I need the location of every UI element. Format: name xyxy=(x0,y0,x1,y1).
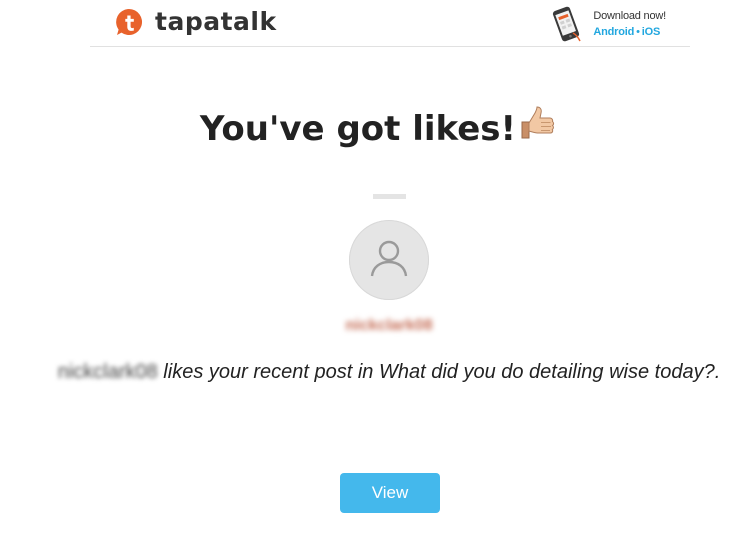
notification-message: nickclark08 likes your recent post in Wh… xyxy=(0,356,756,388)
avatar[interactable] xyxy=(349,220,429,300)
brand[interactable]: tapatalk xyxy=(115,7,277,37)
smartphone-icon xyxy=(547,5,585,43)
message-text: likes your recent post in What did you d… xyxy=(157,361,721,383)
page-title: You've got likes! xyxy=(0,106,756,150)
download-promo: Download now! Android • iOS xyxy=(547,5,666,43)
headline-text: You've got likes! xyxy=(199,109,517,149)
thumbs-up-icon xyxy=(518,106,556,142)
tapatalk-logo-icon xyxy=(115,8,143,36)
download-links: Android • iOS xyxy=(593,24,666,40)
email-page: tapatalk Download now! Android • iOS You… xyxy=(0,0,756,534)
ios-link[interactable]: iOS xyxy=(642,26,661,38)
liker-username[interactable]: nickclark08 xyxy=(0,317,756,335)
header-bar: tapatalk Download now! Android • iOS xyxy=(90,0,690,47)
user-placeholder-icon xyxy=(367,238,411,283)
view-button[interactable]: View xyxy=(340,473,440,513)
download-text: Download now! Android • iOS xyxy=(593,8,666,40)
message-username[interactable]: nickclark08 xyxy=(58,356,158,388)
brand-name: tapatalk xyxy=(155,7,277,36)
download-title: Download now! xyxy=(593,10,666,22)
android-link[interactable]: Android xyxy=(593,26,634,38)
divider xyxy=(373,194,406,199)
link-separator: • xyxy=(636,26,640,38)
